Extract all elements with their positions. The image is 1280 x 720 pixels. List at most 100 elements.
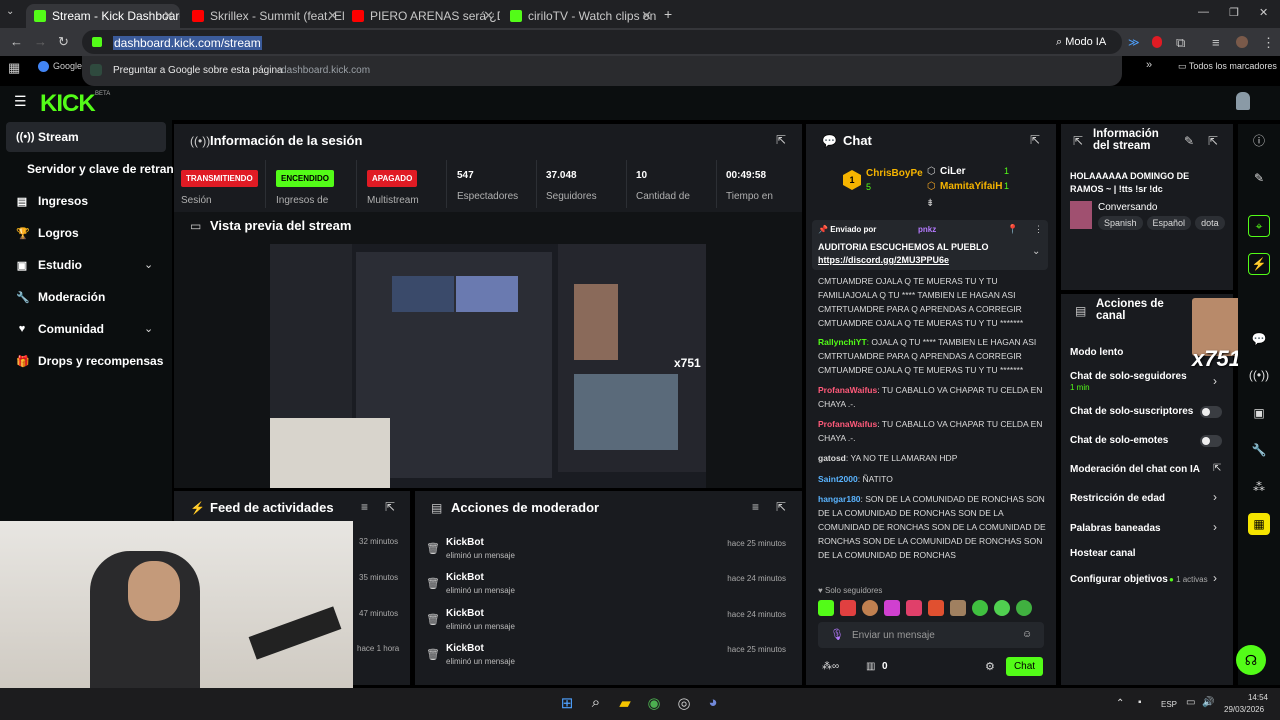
rewards-icon[interactable]: ▦ <box>1248 513 1270 535</box>
emote-icon[interactable] <box>994 600 1010 616</box>
media-icon[interactable]: ▣ <box>1248 402 1270 424</box>
emote-icon[interactable] <box>950 600 966 616</box>
emote-icon[interactable] <box>928 600 944 616</box>
tab-piero-arenas[interactable]: PIERO ARENAS será ¿DENU ✕ <box>344 4 500 28</box>
chevron-down-icon[interactable]: ⌄ <box>1032 246 1040 257</box>
filter-icon[interactable]: ≡ <box>361 500 368 514</box>
leader-name[interactable]: CiLer <box>940 166 966 177</box>
chevron-right-icon[interactable]: › <box>1213 374 1217 388</box>
kick-logo[interactable]: KICK <box>40 90 96 118</box>
goals-row[interactable]: Configurar objetivos <box>1070 574 1168 585</box>
mod-user[interactable]: KickBot <box>446 608 484 619</box>
sidebar-item-comunidad[interactable]: ♥ Comunidad <box>6 314 166 344</box>
emote-icon[interactable] <box>862 600 878 616</box>
broadcast-icon[interactable]: ((•)) <box>1248 364 1270 386</box>
close-tab-icon[interactable]: ✕ <box>483 8 494 24</box>
discord-icon[interactable]: ◕ <box>703 694 723 711</box>
tab-kick-dashboard[interactable]: Stream - Kick Dashboard ✕ <box>26 4 180 28</box>
close-window-icon[interactable]: ✕ <box>1259 6 1268 19</box>
chat-settings-infinity-icon[interactable]: ⁂∞ <box>822 661 839 672</box>
mod-user[interactable]: KickBot <box>446 643 484 654</box>
tray-app-icon[interactable]: ▪ <box>1138 697 1142 708</box>
profile-avatar[interactable] <box>1236 36 1248 48</box>
forward-icon[interactable]: → <box>34 34 47 49</box>
store-icon[interactable]: ▥ <box>866 661 875 672</box>
search-icon[interactable]: ⌕ <box>586 694 606 711</box>
popout-icon[interactable]: ⇱ <box>776 133 786 147</box>
category-thumbnail[interactable] <box>1070 201 1092 229</box>
tab-cirilotv[interactable]: ciriloTV - Watch clips on Kick ✕ <box>502 4 658 28</box>
age-restriction-row[interactable]: Restricción de edad <box>1070 493 1165 504</box>
user-avatar[interactable] <box>1236 92 1250 110</box>
menu-dots-icon[interactable]: ⋮ <box>1262 35 1275 51</box>
subscribers-only-row[interactable]: Chat de solo-suscriptores <box>1070 406 1193 417</box>
popout-icon[interactable]: ⇱ <box>385 500 395 514</box>
clock-time[interactable]: 14:54 <box>1230 693 1268 702</box>
sidebar-item-ingresos[interactable]: ▤ Ingresos <box>6 186 166 216</box>
banned-words-row[interactable]: Palabras baneadas <box>1070 523 1161 534</box>
close-tab-icon[interactable]: ✕ <box>163 8 174 24</box>
info-icon[interactable]: ⓘ <box>1248 129 1270 151</box>
popout-icon[interactable]: ⇱ <box>776 500 786 514</box>
chevron-down-icon[interactable]: ⌄ <box>144 322 153 335</box>
pinned-by-user[interactable]: pnkz <box>918 225 936 234</box>
close-tab-icon[interactable]: ✕ <box>641 8 652 24</box>
obs-icon[interactable]: ◎ <box>674 694 694 712</box>
subscribers-only-toggle[interactable] <box>1200 406 1222 418</box>
all-bookmarks-button[interactable]: ▭ Todos los marcadores <box>1178 61 1277 72</box>
tab-search-icon[interactable]: ⌄ <box>6 6 14 17</box>
pinned-link[interactable]: https://discord.gg/2MU3PPU6e <box>818 255 949 265</box>
minimize-window-icon[interactable]: — <box>1198 6 1209 18</box>
url-input[interactable]: dashboard.kick.com/stream <box>113 36 262 50</box>
support-headset-icon[interactable]: ☊ <box>1236 645 1266 675</box>
bolt-icon[interactable]: ⚡ <box>1248 253 1270 275</box>
bookmarks-overflow-icon[interactable]: » <box>1146 59 1152 71</box>
sidebar-item-drops[interactable]: 🎁 Drops y recompensas <box>6 346 166 376</box>
chevron-right-icon[interactable]: › <box>1213 490 1217 504</box>
filter-icon[interactable]: ≡ <box>752 500 759 514</box>
hamburger-menu-icon[interactable]: ☰ <box>14 93 27 110</box>
tray-overflow-icon[interactable]: ⌃ <box>1116 698 1124 709</box>
back-icon[interactable]: ← <box>10 34 23 49</box>
emotes-only-row[interactable]: Chat de solo-emotes <box>1070 435 1168 446</box>
chat-username[interactable]: ProfanaWaifus <box>818 419 877 429</box>
tab-skrillex[interactable]: Skrillex - Summit (feat. Ellie Go ✕ <box>184 4 344 28</box>
bookmark-google[interactable]: Google <box>53 61 82 71</box>
wrench-icon[interactable]: 🔧 <box>1248 439 1270 461</box>
mod-user[interactable]: KickBot <box>446 537 484 548</box>
emote-icon[interactable] <box>972 600 988 616</box>
sidebar-item-logros[interactable]: 🏆 Logros <box>6 218 166 248</box>
leader-name[interactable]: ChrisBoyPe <box>866 168 923 179</box>
slow-mode-row[interactable]: Modo lento <box>1070 347 1123 358</box>
apps-grid-icon[interactable]: ▦ <box>8 60 20 76</box>
emote-icon[interactable] <box>1016 600 1032 616</box>
chevron-right-icon[interactable]: › <box>1213 520 1217 534</box>
sidebar-item-server-key[interactable]: Servidor y clave de retransn <box>6 154 176 184</box>
chat-username[interactable]: gatosd <box>818 453 846 463</box>
file-explorer-icon[interactable]: ▰ <box>615 694 635 712</box>
volume-icon[interactable]: 🔊 <box>1202 697 1214 708</box>
tag-pill[interactable]: Spanish <box>1098 216 1143 230</box>
extensions-puzzle-icon[interactable]: ⧉ <box>1176 35 1185 51</box>
microphone-icon[interactable]: 🎙 <box>830 628 844 641</box>
emotes-only-toggle[interactable] <box>1200 435 1222 447</box>
leader-name[interactable]: MamitaYifaiH <box>940 181 1002 192</box>
chevron-down-icon[interactable]: ⌄ <box>144 258 153 271</box>
clip-icon[interactable]: ⌖ <box>1248 215 1270 237</box>
emote-icon[interactable] <box>884 600 900 616</box>
sidebar-item-stream[interactable]: ((•)) Stream <box>6 122 166 152</box>
extension-red-icon[interactable] <box>1152 36 1162 48</box>
external-link-icon[interactable]: ⇱ <box>1213 463 1221 474</box>
windows-start-icon[interactable]: ⊞ <box>557 694 577 712</box>
close-tab-icon[interactable]: ✕ <box>327 8 338 24</box>
chat-username[interactable]: RallynchiYT <box>818 337 867 347</box>
extension-icon[interactable]: ≫ <box>1128 36 1140 49</box>
popout-icon[interactable]: ⇱ <box>1208 134 1218 148</box>
reload-icon[interactable]: ↻ <box>58 34 69 50</box>
chat-username[interactable]: ProfanaWaifus <box>818 385 877 395</box>
expand-leaders-icon[interactable]: ⇟ <box>926 198 934 209</box>
unpin-icon[interactable]: 📍 <box>1007 224 1018 235</box>
edit-icon[interactable]: ✎ <box>1248 167 1270 189</box>
media-control-icon[interactable]: ≡ <box>1212 35 1220 50</box>
emoji-picker-icon[interactable]: ☺ <box>1022 629 1032 640</box>
